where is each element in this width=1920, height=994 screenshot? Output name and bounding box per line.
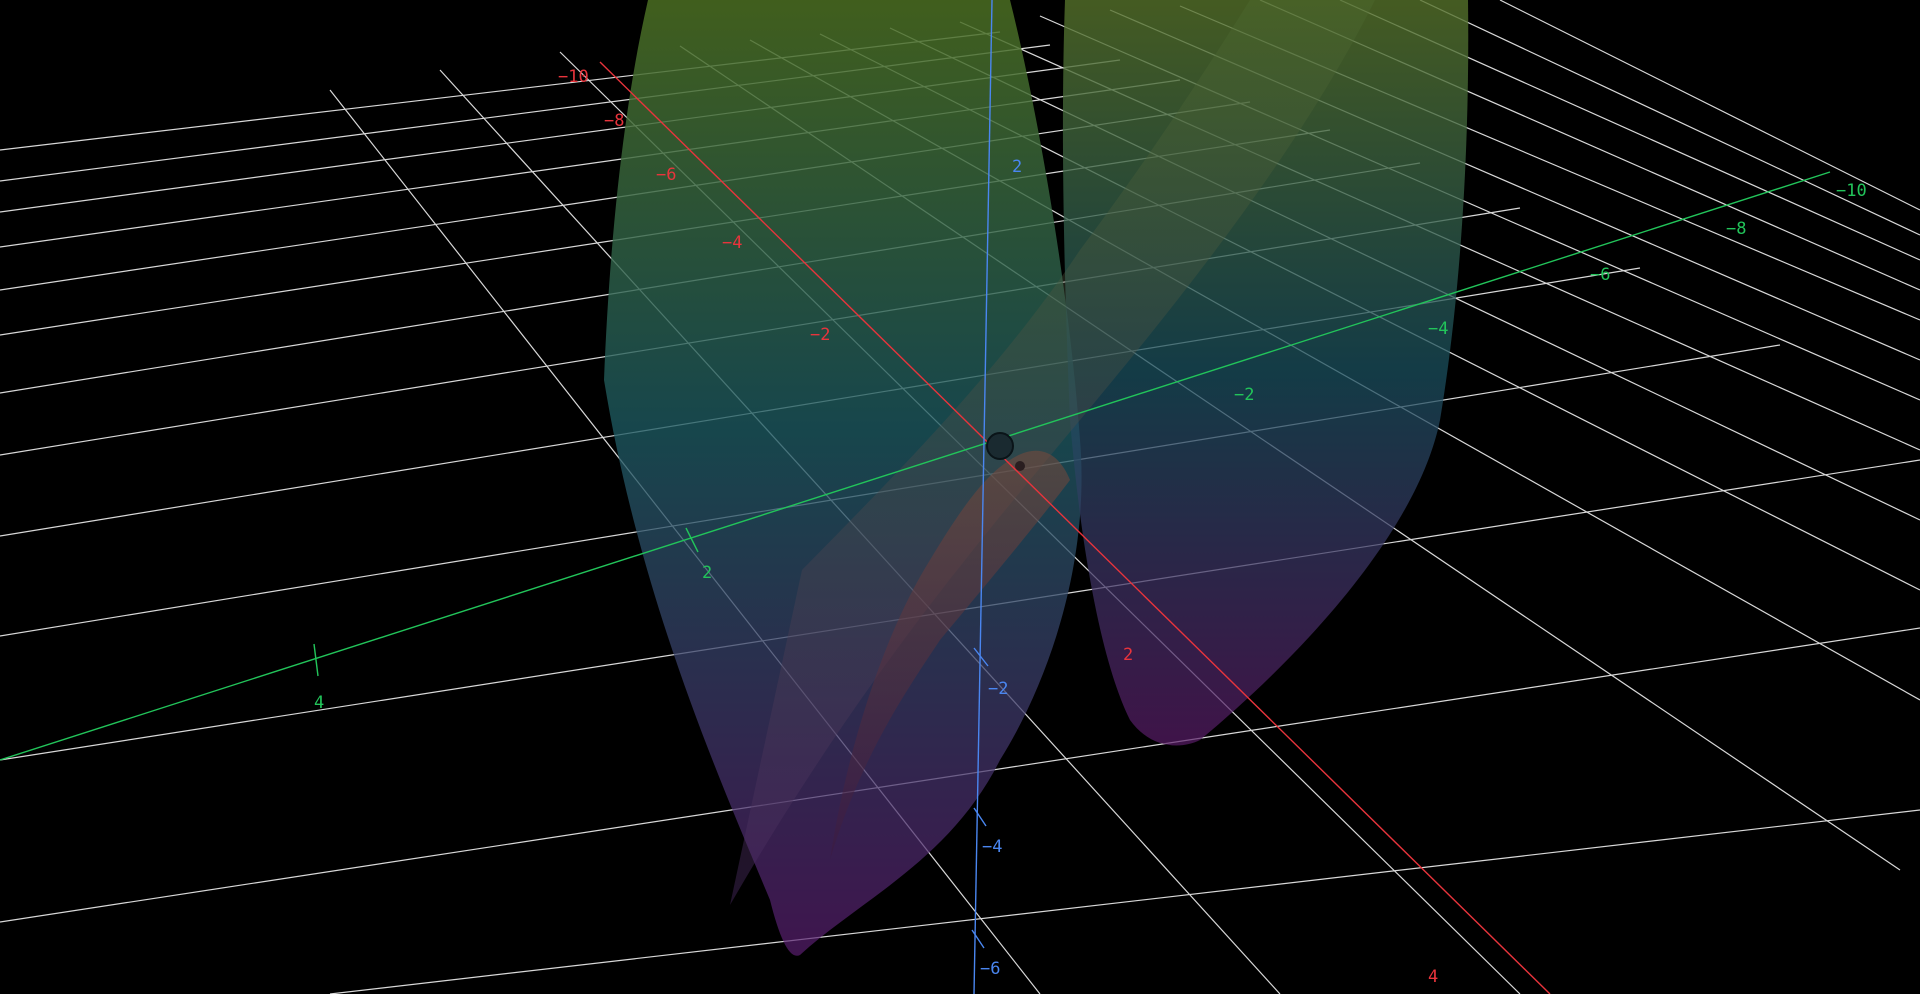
y-tick-label: −4 (1428, 319, 1448, 339)
x-tick-label: −4 (722, 233, 742, 253)
surface-plot[interactable] (604, 0, 1469, 956)
z-tick-mark (973, 807, 987, 827)
y-tick-label: −8 (1726, 219, 1746, 239)
y-tick-label: −10 (1836, 181, 1867, 201)
3d-viewport[interactable]: −10 −8 −6 −4 −2 2 4 −10 −8 −6 −4 −2 2 4 2 −2 −4 −6 (0, 0, 1920, 994)
z-tick-mark (971, 929, 985, 949)
x-tick-label: −10 (558, 67, 589, 87)
y-tick-label: −6 (1590, 265, 1610, 285)
origin-point[interactable] (986, 432, 1014, 460)
z-tick-label: −2 (988, 679, 1008, 699)
x-tick-label: −8 (604, 111, 624, 131)
grid-line (329, 809, 1920, 994)
y-tick-mark (313, 643, 319, 677)
x-tick-label: −6 (656, 165, 676, 185)
y-tick-label: 2 (702, 563, 712, 583)
3d-scene[interactable]: −10 −8 −6 −4 −2 2 4 −10 −8 −6 −4 −2 2 4 2 −2 −4 −6 (0, 0, 1920, 994)
origin-point-shadow (1015, 461, 1025, 471)
grid-line (1499, 0, 1920, 211)
x-tick-label: 2 (1123, 645, 1133, 665)
y-tick-label: 4 (314, 693, 324, 713)
x-tick-label: 4 (1428, 967, 1438, 987)
y-tick-label: −2 (1234, 385, 1254, 405)
x-tick-label: −2 (810, 325, 830, 345)
z-tick-label: −6 (980, 959, 1000, 979)
z-tick-label: 2 (1012, 157, 1022, 177)
z-tick-label: −4 (982, 837, 1002, 857)
